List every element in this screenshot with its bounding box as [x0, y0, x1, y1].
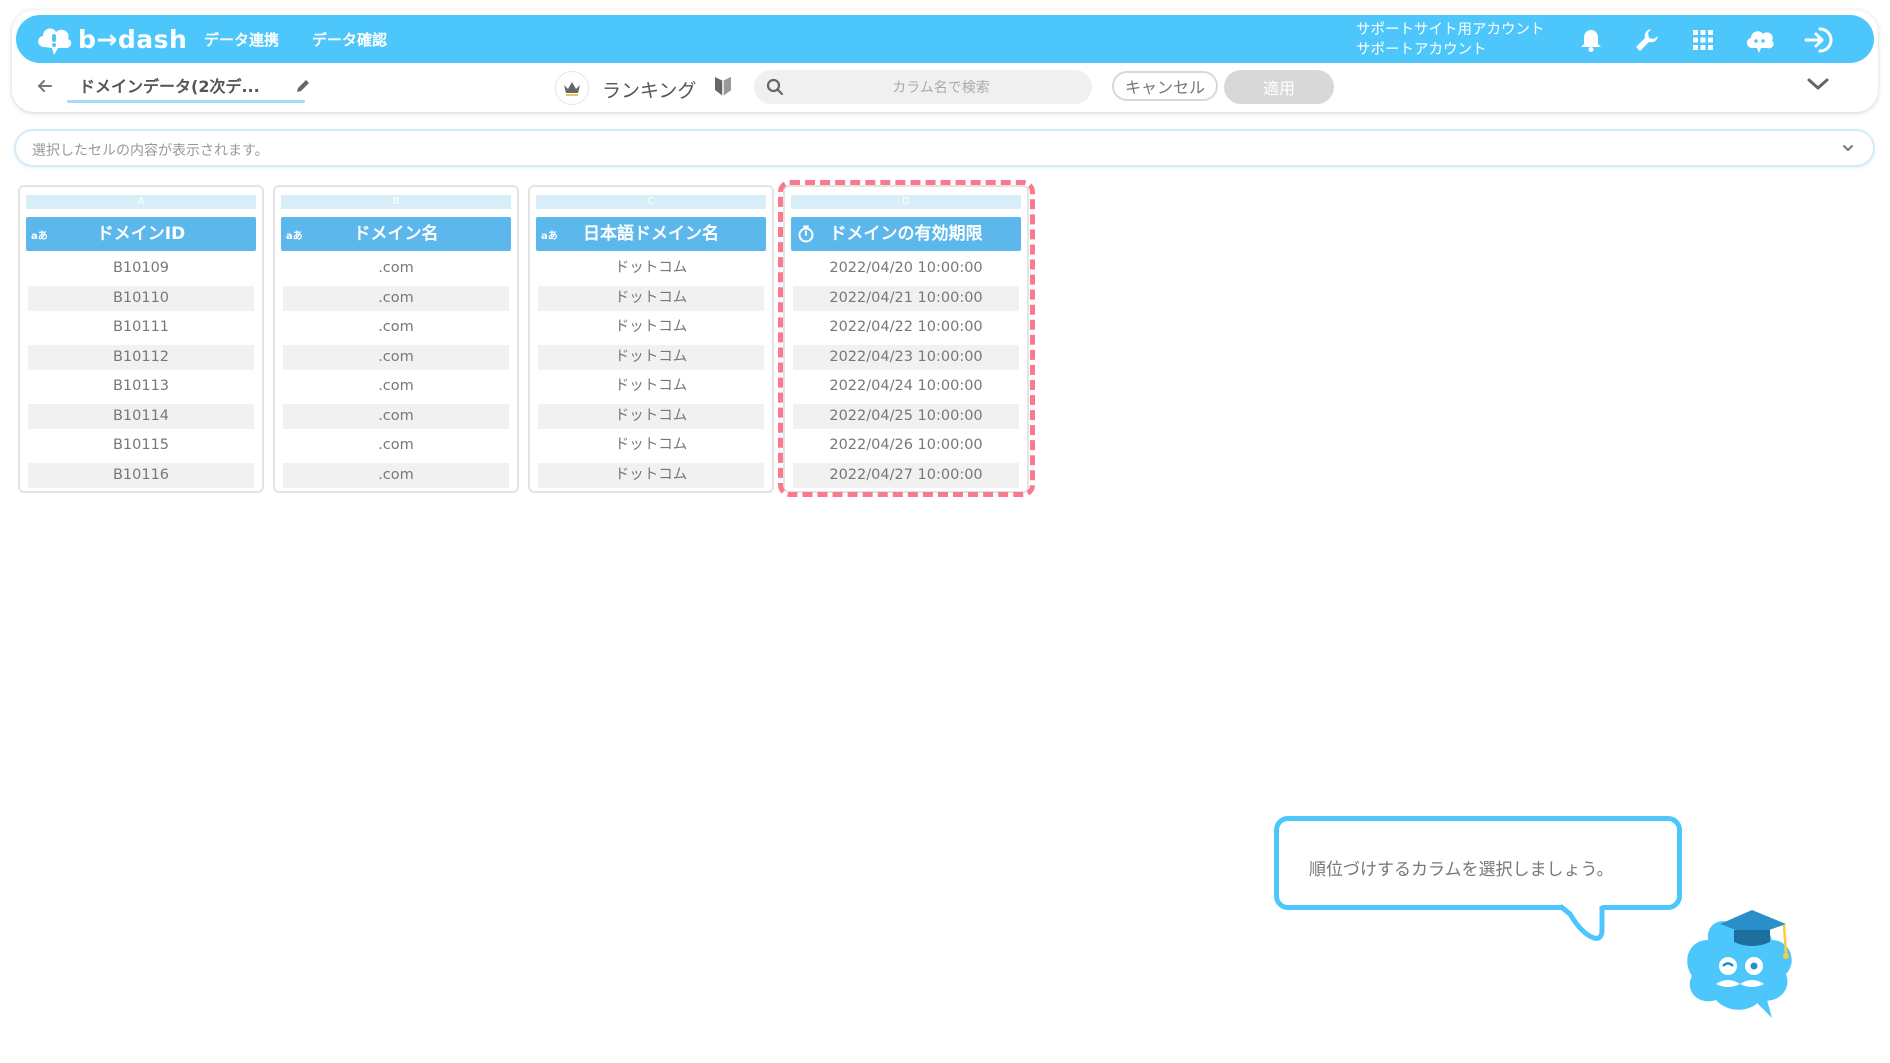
table-cell[interactable]: 2022/04/27 10:00:00 [793, 462, 1019, 488]
timer-icon [797, 225, 815, 247]
text-type-icon: aあ [286, 231, 303, 242]
column-name: ドメイン名 [353, 224, 439, 244]
cell-content-text: 選択したセルの内容が表示されます。 [32, 143, 269, 159]
expand-chevron-icon[interactable] [1837, 137, 1859, 159]
grid-icon[interactable] [1688, 25, 1718, 55]
column-letter: A [26, 195, 256, 209]
chevron-down-icon[interactable] [1806, 76, 1830, 96]
tutorial-message: 順位づけするカラムを選択しましょう。 [1309, 860, 1614, 880]
table-cell[interactable]: .com [283, 256, 509, 281]
support-chat-icon[interactable] [1744, 25, 1774, 55]
column-d[interactable]: D ドメインの有効期限 2022/04/20 10:00:00 2022/04/2… [783, 185, 1029, 493]
column-name: 日本語ドメイン名 [583, 224, 719, 244]
table-cell[interactable]: ドットコム [538, 433, 764, 458]
column-search-box[interactable] [754, 70, 1092, 106]
text-type-icon: aあ [541, 231, 558, 242]
account-site-name: サポートサイト用アカウント [1356, 22, 1545, 38]
table-cell[interactable]: ドットコム [538, 403, 764, 429]
data-title: ドメインデータ(2次デ... [79, 77, 260, 96]
table-cell[interactable]: B10112 [28, 344, 254, 370]
column-letter: C [536, 195, 766, 209]
column-cells: B10109 B10110 B10111 B10112 B10113 B10114 B101… [28, 256, 254, 492]
beginner-mark-icon[interactable] [714, 75, 732, 101]
top-navigation-bar: b→dash データ連携 データ確認 サポートサイト用アカウント サポートアカウ… [16, 15, 1874, 63]
logout-icon[interactable] [1804, 25, 1834, 55]
crown-icon [555, 71, 589, 105]
table-cell[interactable]: .com [283, 285, 509, 311]
table-cell[interactable]: ドットコム [538, 315, 764, 340]
table-cell[interactable]: 2022/04/20 10:00:00 [793, 256, 1019, 281]
nav-data-check[interactable]: データ確認 [312, 29, 387, 50]
table-cell[interactable]: ドットコム [538, 344, 764, 370]
title-underline [67, 100, 305, 103]
table-cell[interactable]: B10116 [28, 462, 254, 488]
bdash-logo[interactable]: b→dash [34, 21, 187, 57]
table-cell[interactable]: ドットコム [538, 256, 764, 281]
editor-toolbar: ドメインデータ(2次デ... ランキング キャンセル 適用 [12, 68, 1878, 112]
cancel-button[interactable]: キャンセル [1112, 71, 1218, 101]
column-cells: ドットコム ドットコム ドットコム ドットコム ドットコム ドットコム ドットコム ドットコム [538, 256, 764, 492]
apply-button[interactable]: 適用 [1224, 70, 1334, 104]
text-type-icon: aあ [31, 231, 48, 242]
table-cell[interactable]: .com [283, 344, 509, 370]
table-cell[interactable]: 2022/04/23 10:00:00 [793, 344, 1019, 370]
column-b[interactable]: B ドメイン名 aあ .com .com .com .com .com .com .com.… [273, 185, 519, 493]
table-cell[interactable]: ドットコム [538, 374, 764, 399]
account-user-name: サポートアカウント [1356, 42, 1487, 58]
column-name: ドメインの有効期限 [829, 224, 983, 244]
mascot-brain-icon [1687, 910, 1792, 1018]
table-cell[interactable]: 2022/04/24 10:00:00 [793, 374, 1019, 399]
table-cell[interactable]: B10109 [28, 256, 254, 281]
table-cell[interactable]: B10110 [28, 285, 254, 311]
table-cell[interactable]: B10114 [28, 403, 254, 429]
pencil-icon[interactable] [295, 78, 311, 98]
column-search-input[interactable] [794, 70, 1088, 106]
table-cell[interactable]: 2022/04/22 10:00:00 [793, 315, 1019, 340]
table-cell[interactable]: B10115 [28, 433, 254, 458]
column-letter: D [791, 195, 1021, 209]
table-cell[interactable]: .com [283, 403, 509, 429]
table-cell[interactable]: .com [283, 433, 509, 458]
logo-cloud-icon [38, 28, 72, 55]
search-icon [766, 78, 784, 100]
speech-bubble-tail [1560, 904, 1605, 941]
table-cell[interactable]: .com [283, 462, 509, 488]
column-header[interactable]: ドメインの有効期限 [791, 217, 1021, 251]
column-header[interactable]: ドメイン名 aあ [281, 217, 511, 251]
table-cell[interactable]: .com [283, 374, 509, 399]
cell-content-bar[interactable]: 選択したセルの内容が表示されます。 [14, 129, 1875, 167]
header-card: b→dash データ連携 データ確認 サポートサイト用アカウント サポートアカウ… [12, 10, 1878, 112]
table-cell[interactable]: .com [283, 315, 509, 340]
wrench-icon[interactable] [1632, 25, 1662, 55]
table-cell[interactable]: 2022/04/21 10:00:00 [793, 285, 1019, 311]
ranking-label: ランキング [602, 80, 697, 102]
table-cell[interactable]: B10111 [28, 315, 254, 340]
tutorial-speech-bubble: 順位づけするカラムを選択しましょう。 [1274, 816, 1682, 910]
data-title-field[interactable]: ドメインデータ(2次デ... [67, 73, 305, 103]
column-header[interactable]: 日本語ドメイン名 aあ [536, 217, 766, 251]
account-info[interactable]: サポートサイト用アカウント サポートアカウント [1356, 20, 1545, 60]
back-arrow-icon[interactable] [37, 78, 53, 98]
column-cells: .com .com .com .com .com .com .com .com [283, 256, 509, 492]
column-letter: B [281, 195, 511, 209]
table-cell[interactable]: 2022/04/26 10:00:00 [793, 433, 1019, 458]
column-a[interactable]: A ドメインID aあ B10109 B10110 B10111 B10112 B101… [18, 185, 264, 493]
column-cells: 2022/04/20 10:00:00 2022/04/21 10:00:00 20… [793, 256, 1019, 492]
bell-icon[interactable] [1576, 25, 1606, 55]
table-cell[interactable]: B10113 [28, 374, 254, 399]
brand-name: b→dash [78, 24, 188, 54]
column-name: ドメインID [96, 224, 186, 244]
column-header[interactable]: ドメインID aあ [26, 217, 256, 251]
column-c[interactable]: C 日本語ドメイン名 aあ ドットコム ドットコム ドットコム ドットコム ドットコムド… [528, 185, 774, 493]
nav-data-integration[interactable]: データ連携 [204, 29, 279, 50]
table-cell[interactable]: ドットコム [538, 462, 764, 488]
table-cell[interactable]: 2022/04/25 10:00:00 [793, 403, 1019, 429]
table-cell[interactable]: ドットコム [538, 285, 764, 311]
